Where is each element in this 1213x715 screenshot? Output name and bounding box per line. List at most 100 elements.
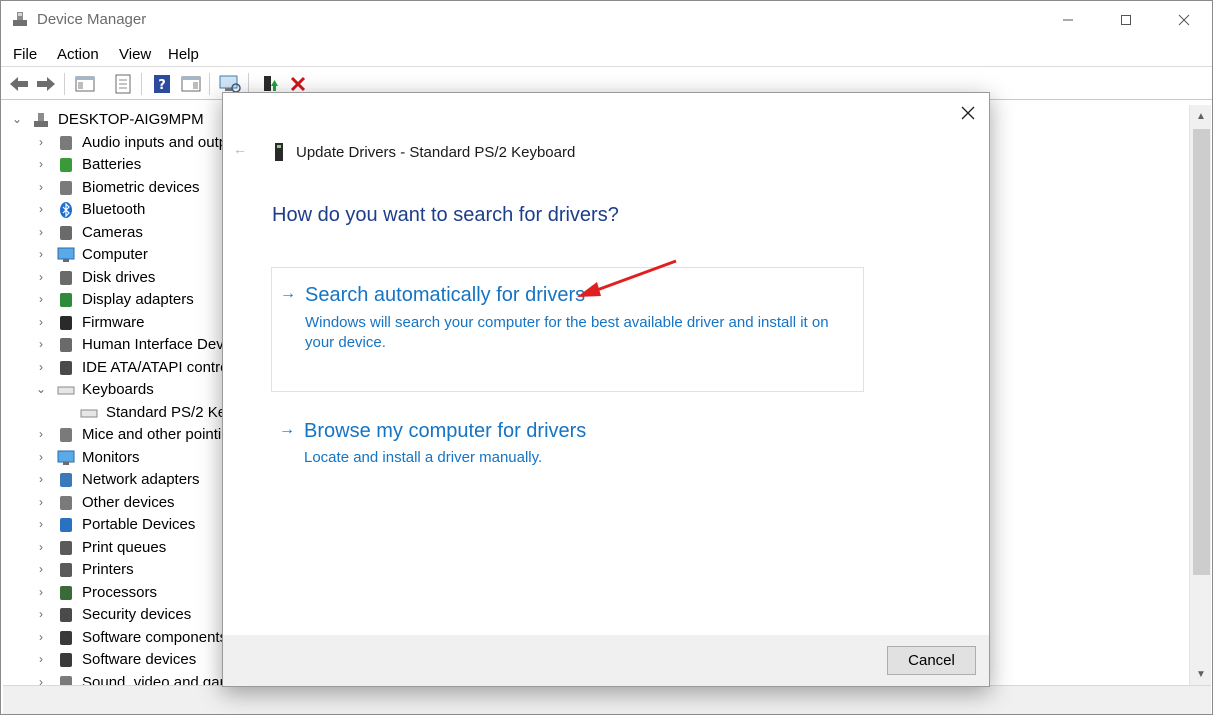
- scan-hardware-icon: [219, 75, 241, 93]
- search-automatically-option[interactable]: → Search automatically for drivers Windo…: [271, 267, 864, 392]
- chevron-right-icon[interactable]: ›: [35, 180, 47, 194]
- chevron-right-icon[interactable]: ›: [35, 315, 47, 329]
- tree-root-label: DESKTOP-AIG9MPM: [58, 111, 204, 128]
- back-button[interactable]: [7, 72, 31, 96]
- svg-text:?: ?: [158, 78, 166, 93]
- forward-button[interactable]: [34, 72, 58, 96]
- chevron-right-icon[interactable]: ›: [35, 157, 47, 171]
- tree-item-label: Bluetooth: [82, 201, 146, 218]
- chevron-right-icon[interactable]: ›: [35, 630, 47, 644]
- minimize-button[interactable]: [1039, 1, 1097, 39]
- back-arrow-icon[interactable]: ←: [233, 141, 249, 157]
- option-title[interactable]: Browse my computer for drivers: [304, 420, 586, 443]
- browse-computer-option[interactable]: → Browse my computer for drivers Locate …: [271, 411, 864, 491]
- scroll-up-icon[interactable]: ▲: [1190, 105, 1212, 127]
- chevron-right-icon[interactable]: ›: [35, 337, 47, 351]
- firmware-icon: [60, 315, 72, 330]
- tree-item-label: Disk drives: [82, 268, 156, 286]
- forward-arrow-icon: [37, 77, 55, 91]
- tree-item-label: Other devices: [82, 493, 175, 511]
- processor-icon: [60, 585, 72, 600]
- chevron-right-icon[interactable]: ›: [35, 585, 47, 599]
- device-manager-app-icon: [13, 12, 27, 26]
- close-window-button[interactable]: [1155, 1, 1212, 39]
- speaker-icon: [60, 135, 72, 150]
- hid-icon: [60, 338, 72, 352]
- help-button[interactable]: ?: [150, 72, 174, 96]
- computer-icon: [57, 247, 75, 262]
- menu-help[interactable]: Help: [168, 46, 199, 63]
- chevron-right-icon[interactable]: ›: [35, 562, 47, 576]
- chevron-right-icon[interactable]: ›: [35, 247, 47, 261]
- chevron-down-icon[interactable]: ⌄: [11, 112, 23, 126]
- ide-controller-icon: [60, 360, 72, 375]
- camera-icon: [60, 225, 72, 240]
- chevron-down-icon[interactable]: ⌄: [35, 382, 47, 396]
- sound-controller-icon: [60, 675, 72, 685]
- action-pane-button[interactable]: [179, 72, 203, 96]
- option-title[interactable]: Search automatically for drivers: [305, 284, 585, 307]
- tree-item-label: Portable Devices: [82, 516, 196, 533]
- uninstall-device-icon: [290, 76, 306, 92]
- arrow-right-icon: →: [280, 285, 296, 302]
- device-manager-window: Device Manager File Action View Help ? ⌄…: [0, 0, 1213, 715]
- show-hide-console-tree-button[interactable]: [73, 72, 97, 96]
- back-arrow-icon: [10, 77, 28, 91]
- mouse-icon: [60, 428, 72, 442]
- tree-item-label: Firmware: [82, 313, 145, 331]
- title-bar: Device Manager: [1, 1, 1212, 39]
- display-adapter-icon: [60, 293, 72, 307]
- chevron-right-icon[interactable]: ›: [35, 270, 47, 284]
- chevron-right-icon[interactable]: ›: [35, 540, 47, 554]
- dialog-heading: How do you want to search for drivers?: [272, 204, 619, 226]
- chevron-right-icon[interactable]: ›: [35, 675, 47, 686]
- tree-item-label: Cameras: [82, 223, 143, 241]
- tree-item-label: Monitors: [82, 448, 140, 466]
- chevron-right-icon[interactable]: ›: [35, 472, 47, 486]
- action-pane-icon: [181, 76, 201, 92]
- keyboard-icon: [80, 409, 98, 417]
- maximize-button[interactable]: [1097, 1, 1155, 39]
- chevron-right-icon[interactable]: ›: [35, 225, 47, 239]
- menu-bar: File Action View Help: [1, 41, 1212, 67]
- software-device-icon: [60, 653, 72, 667]
- keyboard-icon: [57, 386, 75, 395]
- dialog-close-button[interactable]: [956, 101, 980, 125]
- toolbar-separator: [209, 73, 210, 95]
- menu-file[interactable]: File: [13, 46, 37, 63]
- tree-item-label: Network adapters: [82, 471, 200, 488]
- dialog-footer: Cancel: [223, 635, 989, 686]
- chevron-right-icon[interactable]: ›: [35, 450, 47, 464]
- chevron-right-icon[interactable]: ›: [35, 495, 47, 509]
- menu-view[interactable]: View: [119, 46, 151, 63]
- print-queue-icon: [60, 540, 72, 555]
- chevron-right-icon[interactable]: ›: [35, 360, 47, 374]
- network-adapter-icon: [60, 473, 72, 487]
- battery-icon: [60, 158, 72, 172]
- chevron-right-icon[interactable]: ›: [35, 202, 47, 216]
- show-hide-console-tree-icon: [75, 76, 95, 92]
- chevron-right-icon[interactable]: ›: [35, 135, 47, 149]
- tree-item-label: Keyboards: [82, 381, 154, 398]
- cancel-button[interactable]: Cancel: [887, 646, 976, 675]
- chevron-right-icon[interactable]: ›: [35, 607, 47, 621]
- menu-action[interactable]: Action: [57, 46, 99, 63]
- monitor-icon: [57, 450, 75, 465]
- vertical-scrollbar[interactable]: ▲ ▼: [1189, 105, 1211, 685]
- chevron-right-icon[interactable]: ›: [35, 517, 47, 531]
- close-icon: [1178, 14, 1190, 26]
- bluetooth-icon: [60, 202, 72, 218]
- fingerprint-icon: [60, 180, 72, 195]
- tree-item-label: Print queues: [82, 538, 167, 556]
- status-bar: [3, 685, 1211, 714]
- properties-button[interactable]: [111, 72, 135, 96]
- tree-item-label: Software components: [82, 628, 228, 646]
- chevron-right-icon[interactable]: ›: [35, 427, 47, 441]
- close-icon: [961, 106, 975, 120]
- tree-item-label: Printers: [82, 561, 134, 578]
- scroll-thumb[interactable]: [1193, 129, 1210, 575]
- scroll-down-icon[interactable]: ▼: [1190, 663, 1212, 685]
- dialog-title: Update Drivers - Standard PS/2 Keyboard: [296, 144, 576, 161]
- chevron-right-icon[interactable]: ›: [35, 292, 47, 306]
- chevron-right-icon[interactable]: ›: [35, 652, 47, 666]
